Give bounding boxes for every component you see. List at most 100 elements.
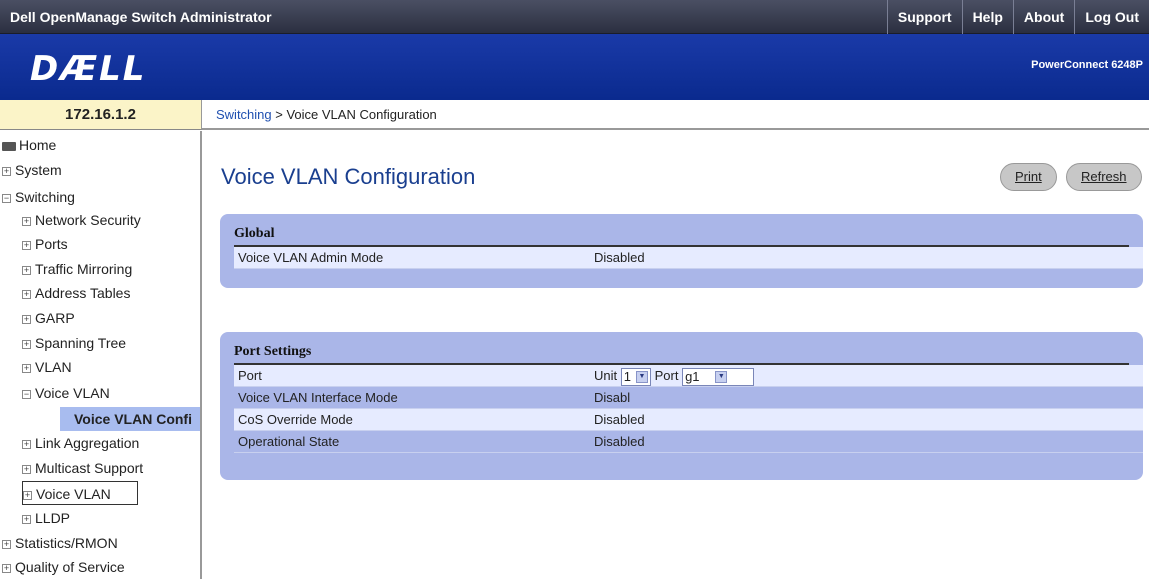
- global-panel: Global Voice VLAN Admin Mode Disabled: [220, 214, 1143, 288]
- sidebar-nav: Home + System − Switching + Network Securit…: [0, 131, 202, 579]
- expand-icon[interactable]: +: [2, 539, 11, 549]
- expand-icon[interactable]: +: [22, 363, 31, 373]
- home-icon: [2, 141, 16, 151]
- sidebar-item-statistics-rmon[interactable]: + Statistics/RMON: [2, 531, 118, 555]
- sidebar-item-switching[interactable]: − Switching: [2, 185, 75, 209]
- port-row: Port Unit 1 ▼ Port g1 ▼: [234, 365, 1143, 387]
- admin-mode-row: Voice VLAN Admin Mode Disabled: [234, 247, 1143, 269]
- sidebar-item-ports[interactable]: + Ports: [22, 232, 68, 256]
- admin-mode-label: Voice VLAN Admin Mode: [238, 250, 384, 265]
- interface-mode-value: Disabl: [594, 390, 631, 405]
- operational-state-label: Operational State: [238, 434, 340, 449]
- global-panel-title: Global: [234, 226, 1129, 247]
- expand-icon[interactable]: +: [22, 514, 31, 524]
- sidebar-item-multicast-support[interactable]: + Multicast Support: [22, 456, 143, 480]
- sidebar-item-spanning-tree[interactable]: + Spanning Tree: [22, 331, 126, 355]
- sidebar-item-lldp[interactable]: + LLDP: [22, 506, 70, 530]
- sidebar-item-label: Voice VLAN: [35, 385, 110, 401]
- sidebar-item-label: Link Aggregation: [35, 435, 140, 451]
- admin-mode-value: Disabled: [594, 250, 645, 265]
- expand-icon[interactable]: +: [2, 166, 11, 176]
- breadcrumb-current: Voice VLAN Configuration: [286, 107, 437, 122]
- sidebar-item-label: Home: [19, 137, 57, 153]
- expand-icon[interactable]: +: [22, 265, 31, 275]
- port-select[interactable]: g1 ▼: [682, 367, 755, 386]
- sidebar-item-traffic-mirroring[interactable]: + Traffic Mirroring: [22, 257, 132, 281]
- sidebar-item-label: Quality of Service: [15, 559, 125, 575]
- chevron-down-icon: ▼: [715, 371, 728, 384]
- operational-state-value: Disabled: [594, 434, 645, 449]
- cos-override-label: CoS Override Mode: [238, 412, 353, 427]
- expand-icon[interactable]: +: [22, 464, 31, 474]
- cos-override-value: Disabled: [594, 412, 645, 427]
- sidebar-item-label: Multicast Support: [35, 460, 144, 476]
- sidebar-item-link-aggregation[interactable]: + Link Aggregation: [22, 431, 139, 455]
- unit-select-value: 1: [623, 368, 631, 384]
- support-link[interactable]: Support: [886, 0, 962, 34]
- collapse-icon[interactable]: −: [2, 193, 11, 203]
- about-link[interactable]: About: [1012, 0, 1074, 34]
- app-title: Dell OpenManage Switch Administrator: [10, 9, 272, 25]
- port-field-label: Port: [654, 368, 679, 383]
- sidebar-item-label: Switching: [15, 189, 75, 205]
- main-content: Voice VLAN Configuration Print Refresh G…: [204, 132, 1149, 579]
- breadcrumb-separator: >: [271, 107, 287, 122]
- page-title: Voice VLAN Configuration: [221, 164, 476, 189]
- port-settings-panel-title: Port Settings: [234, 344, 1129, 365]
- top-links: Support Help About Log Out: [886, 0, 1149, 34]
- cos-override-row: CoS Override Mode Disabled: [234, 409, 1143, 431]
- collapse-icon[interactable]: −: [22, 389, 31, 399]
- expand-icon[interactable]: +: [22, 314, 31, 324]
- sidebar-item-label: Ports: [35, 236, 68, 252]
- dell-banner: DÆLL PowerConnect 6248P: [0, 34, 1149, 100]
- top-bar: Dell OpenManage Switch Administrator Sup…: [0, 0, 1149, 34]
- port-selectors: Unit 1 ▼ Port g1 ▼: [594, 365, 755, 387]
- sidebar-item-garp[interactable]: + GARP: [22, 306, 75, 330]
- refresh-button[interactable]: Refresh: [1066, 163, 1142, 191]
- expand-icon[interactable]: +: [22, 240, 31, 250]
- breadcrumb-switching-link[interactable]: Switching: [216, 107, 272, 122]
- sidebar-item-label: System: [15, 162, 62, 178]
- chevron-down-icon: ▼: [635, 371, 648, 384]
- operational-state-row: Operational State Disabled: [234, 431, 1143, 453]
- sidebar-item-voice-vlan-2[interactable]: + Voice VLAN: [22, 481, 138, 505]
- sidebar-item-home[interactable]: Home: [2, 133, 56, 157]
- sidebar-item-label: Voice VLAN: [36, 486, 111, 502]
- sidebar-item-label: VLAN: [35, 359, 72, 375]
- sidebar-item-label: LLDP: [35, 510, 71, 526]
- port-settings-panel: Port Settings Port Unit 1 ▼ Port g1 ▼ Voi…: [220, 332, 1143, 480]
- sidebar-item-label: Address Tables: [35, 285, 131, 301]
- ip-address: 172.16.1.2: [0, 100, 202, 130]
- sidebar-item-network-security[interactable]: + Network Security: [22, 208, 141, 232]
- expand-icon[interactable]: +: [22, 289, 31, 299]
- sidebar-item-label: GARP: [35, 310, 75, 326]
- expand-icon[interactable]: +: [22, 339, 31, 349]
- help-link[interactable]: Help: [961, 0, 1013, 34]
- sidebar-item-label: Voice VLAN Confi: [74, 411, 192, 427]
- sidebar-item-label: Network Security: [35, 212, 141, 228]
- expand-icon[interactable]: +: [23, 490, 32, 500]
- sidebar-item-label: Statistics/RMON: [15, 535, 118, 551]
- product-name: PowerConnect 6248P: [1031, 59, 1143, 71]
- unit-label: Unit: [594, 368, 618, 383]
- expand-icon[interactable]: +: [22, 216, 31, 226]
- sidebar-item-voice-vlan[interactable]: − Voice VLAN: [22, 381, 110, 405]
- sidebar-item-quality-of-service[interactable]: + Quality of Service: [2, 555, 125, 579]
- interface-mode-label: Voice VLAN Interface Mode: [238, 390, 398, 405]
- sidebar-item-system[interactable]: + System: [2, 158, 62, 182]
- interface-mode-row: Voice VLAN Interface Mode Disabl: [234, 387, 1143, 409]
- dell-logo: DÆLL: [30, 49, 147, 89]
- port-select-value: g1: [685, 368, 700, 384]
- sidebar-item-vlan[interactable]: + VLAN: [22, 355, 72, 379]
- port-label: Port: [238, 368, 262, 383]
- sidebar-item-label: Traffic Mirroring: [35, 261, 133, 277]
- sidebar-item-label: Spanning Tree: [35, 335, 127, 351]
- breadcrumb: Switching > Voice VLAN Configuration: [202, 100, 1149, 130]
- unit-select[interactable]: 1 ▼: [620, 367, 651, 386]
- sidebar-item-address-tables[interactable]: + Address Tables: [22, 281, 130, 305]
- expand-icon[interactable]: +: [2, 563, 11, 573]
- logout-link[interactable]: Log Out: [1074, 0, 1149, 34]
- print-button[interactable]: Print: [1000, 163, 1057, 191]
- expand-icon[interactable]: +: [22, 439, 31, 449]
- sidebar-item-voice-vlan-configuration[interactable]: Voice VLAN Confi: [60, 407, 200, 431]
